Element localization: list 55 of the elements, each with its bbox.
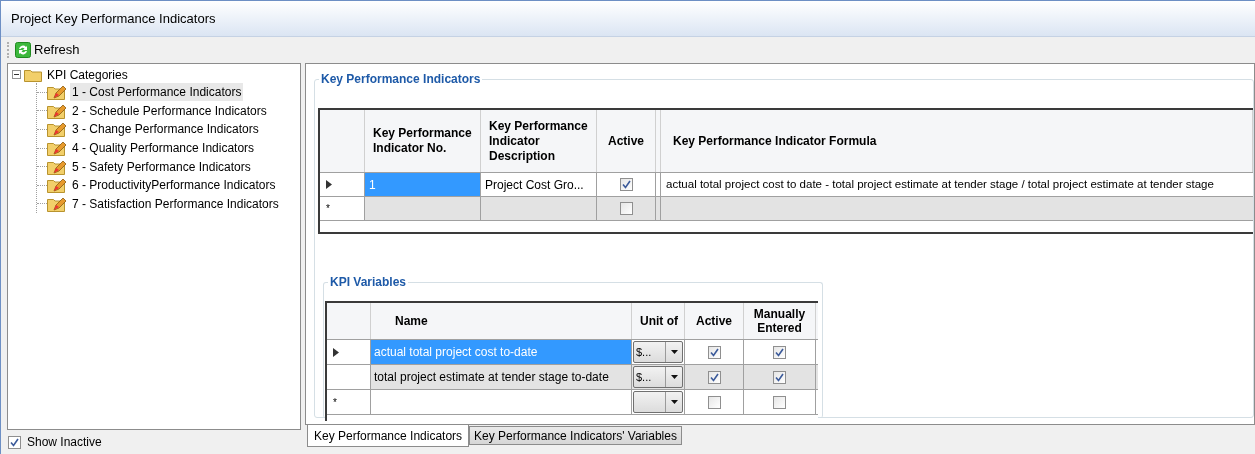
folder-pencil-icon [47,102,67,119]
dropdown-caret-icon [670,400,678,404]
column-header[interactable]: Unit of [632,303,685,339]
manual-checkbox[interactable] [773,395,786,409]
group-title: Key Performance Indicators [320,71,482,88]
folder-pencil-icon [47,121,67,138]
new-row-marker: * [333,395,337,410]
column-header[interactable]: Key Performance Indicator No. [365,110,481,172]
folder-pencil-icon [47,195,67,212]
checkbox-label: Show Inactive [27,434,102,451]
column-header[interactable]: Key Performance Indicator Formula [661,110,1253,172]
tab[interactable]: Key Performance Indicators [307,425,470,447]
column-header[interactable]: Manually Entered [744,303,816,339]
current-row-icon [326,180,332,189]
table-cell[interactable]: total project estimate at tender stage to-date [371,365,632,389]
manual-checkbox[interactable] [773,345,786,359]
folder-pencil-icon [47,177,67,194]
dropdown-caret-icon [670,375,678,379]
new-row-marker: * [326,202,330,216]
window-title: Project Key Performance Indicators [11,9,216,28]
folder-pencil-icon [47,84,67,101]
table-cell[interactable]: Project Cost Gro... [481,173,597,196]
collapse-toggle[interactable] [12,70,21,79]
folder-pencil-icon [47,140,67,157]
column-header[interactable]: Active [685,303,744,339]
tree-item[interactable]: 1 - Cost Performance Indicators [70,83,244,102]
table-cell[interactable]: actual total project cost to date - total project estimate at tender stage / total project estimate at tender stage [661,173,1253,196]
active-checkbox[interactable] [619,178,633,191]
tree-item[interactable]: 2 - Schedule Performance Indicators [70,101,269,120]
tab[interactable]: Key Performance Indicators' Variables [469,426,682,445]
manual-checkbox[interactable] [773,370,786,384]
folder-pencil-icon [47,158,67,175]
group-title: KPI Variables [329,274,408,291]
tree-item[interactable]: KPI Categories [47,65,128,84]
tree-item[interactable]: 4 - Quality Performance Indicators [70,139,257,158]
active-checkbox[interactable] [707,345,721,359]
column-header[interactable]: Active [597,110,656,172]
tree-item[interactable]: 5 - Safety Performance Indicators [70,157,253,176]
unit-dropdown[interactable]: $... [633,366,683,388]
tree-item[interactable]: 7 - Satisfaction Performance Indicators [70,194,281,213]
current-row-icon [333,347,339,357]
tree-item[interactable]: 3 - Change Performance Indicators [70,120,261,139]
refresh-icon [15,42,31,58]
folder-icon [24,67,42,82]
dropdown-caret-icon [670,350,678,354]
row-header[interactable]: * [320,197,365,220]
active-checkbox[interactable] [707,395,721,409]
active-checkbox[interactable] [707,370,721,384]
tree-item[interactable]: 6 - ProductivityPerformance Indicators [70,176,278,195]
active-checkbox[interactable] [619,202,633,215]
column-header[interactable]: Key Performance Indicator Description [481,110,597,172]
unit-dropdown[interactable] [633,391,683,413]
unit-dropdown[interactable]: $... [633,341,683,363]
column-header[interactable]: Name [371,303,632,339]
refresh-button[interactable]: Refresh [13,39,82,61]
